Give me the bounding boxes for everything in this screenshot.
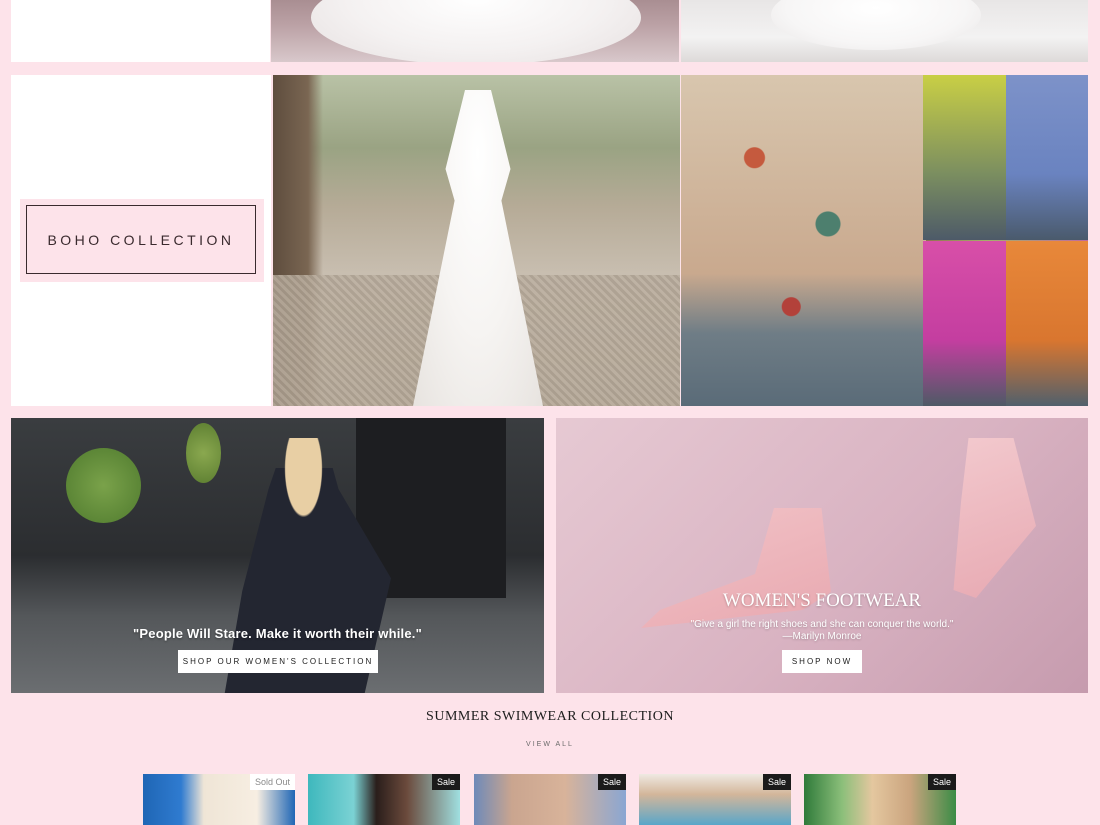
gown-shape: [771, 0, 981, 50]
wedding-dress-image-top-left[interactable]: [271, 0, 679, 62]
footwear-quote: "Give a girl the right shoes and she can…: [556, 619, 1088, 643]
sale-badge: Sale: [927, 774, 956, 790]
womens-collection-quote: "People Will Stare. Make it worth their …: [133, 626, 422, 641]
sold-out-badge: Sold Out: [249, 774, 295, 790]
product-card[interactable]: Sale: [639, 774, 791, 825]
sale-badge: Sale: [597, 774, 626, 790]
blouse-variant-yellow: [923, 75, 1006, 240]
white-boho-dress: [413, 90, 543, 406]
product-card[interactable]: Sale: [804, 774, 956, 825]
footwear-quote-author: —Marilyn Monroe: [782, 631, 862, 642]
top-white-panel: [11, 0, 270, 62]
view-all-link[interactable]: VIEW ALL: [0, 741, 1100, 748]
product-card[interactable]: Sold Out: [143, 774, 295, 825]
product-card[interactable]: Sale: [474, 774, 626, 825]
shop-womens-collection-button[interactable]: SHOP OUR WOMEN'S COLLECTION: [178, 650, 378, 673]
footwear-quote-line: "Give a girl the right shoes and she can…: [690, 619, 954, 630]
sale-badge: Sale: [431, 774, 460, 790]
pink-heel-right: [953, 438, 1036, 598]
gown-shape: [311, 0, 641, 62]
blouse-variant-orange: [1006, 241, 1088, 406]
footwear-title: WOMEN'S FOOTWEAR: [722, 590, 922, 611]
boho-dress-image[interactable]: [273, 75, 680, 406]
boho-blouse-image[interactable]: [681, 75, 1088, 406]
blouse-variant-blue: [1006, 75, 1088, 240]
swimwear-section-title: SUMMER SWIMWEAR COLLECTION: [426, 709, 674, 724]
wedding-dress-image-top-right[interactable]: [681, 0, 1088, 62]
sale-badge: Sale: [762, 774, 791, 790]
floral-blouse: [681, 75, 926, 406]
topiary-plant: [66, 448, 141, 523]
boho-collection-button[interactable]: BOHO COLLECTION: [26, 205, 256, 274]
shop-now-button[interactable]: SHOP NOW: [782, 650, 862, 673]
blouse-variant-pink: [923, 241, 1006, 406]
product-card[interactable]: Sale: [308, 774, 460, 825]
topiary-plant: [186, 423, 221, 483]
